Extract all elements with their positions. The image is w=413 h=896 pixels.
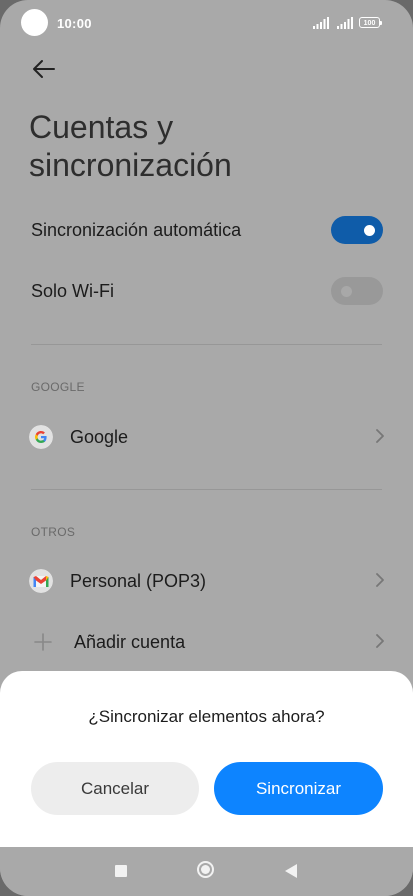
- signal-icon: [313, 17, 329, 29]
- home-icon[interactable]: [197, 861, 214, 878]
- navigation-bar: [0, 847, 413, 896]
- page-title-line1: Cuentas y: [29, 109, 174, 145]
- divider: [31, 489, 382, 490]
- section-header-google: GOOGLE: [31, 380, 85, 394]
- gmail-icon: [29, 569, 53, 593]
- account-item-personal[interactable]: Personal (POP3): [0, 562, 413, 602]
- chevron-right-icon: [376, 634, 384, 648]
- section-header-others: OTROS: [31, 525, 76, 539]
- recents-icon[interactable]: [115, 865, 127, 877]
- status-time: 10:00: [57, 16, 92, 31]
- toggle-knob: [341, 286, 352, 297]
- google-icon: [29, 425, 53, 449]
- add-account-label: Añadir cuenta: [74, 632, 186, 652]
- signal-icon-2: [337, 17, 353, 29]
- phone-screen: 10:00 100 Cuentas y sincronización Sincr…: [0, 0, 413, 896]
- sync-dialog: ¿Sincronizar elementos ahora? Cancelar S…: [0, 671, 413, 847]
- divider: [31, 344, 382, 345]
- back-icon[interactable]: [285, 864, 297, 878]
- page-title-line2: sincronización: [29, 147, 232, 183]
- wifi-only-label: Solo Wi-Fi: [31, 281, 115, 301]
- page-title: Cuentas y sincronización: [29, 108, 232, 184]
- auto-sync-toggle[interactable]: [331, 216, 383, 244]
- dialog-title: ¿Sincronizar elementos ahora?: [88, 707, 325, 726]
- chevron-right-icon: [376, 429, 384, 443]
- account-item-google[interactable]: Google: [0, 418, 413, 458]
- chevron-right-icon: [376, 573, 384, 587]
- wifi-only-row[interactable]: Solo Wi-Fi: [0, 271, 413, 313]
- camera-cutout: [21, 9, 48, 36]
- auto-sync-row[interactable]: Sincronización automática: [0, 210, 413, 252]
- wifi-only-toggle[interactable]: [331, 277, 383, 305]
- back-arrow-icon[interactable]: [31, 56, 57, 82]
- battery-icon: 100: [359, 17, 382, 28]
- auto-sync-label: Sincronización automática: [31, 220, 242, 240]
- add-account-row[interactable]: Añadir cuenta: [0, 623, 413, 663]
- account-label-google: Google: [70, 427, 129, 447]
- sync-button[interactable]: Sincronizar: [214, 762, 383, 815]
- account-label-personal: Personal (POP3): [70, 571, 207, 591]
- toggle-knob: [364, 225, 375, 236]
- cancel-button[interactable]: Cancelar: [31, 762, 199, 815]
- status-bar: 10:00 100: [0, 0, 413, 48]
- plus-icon: [34, 633, 52, 651]
